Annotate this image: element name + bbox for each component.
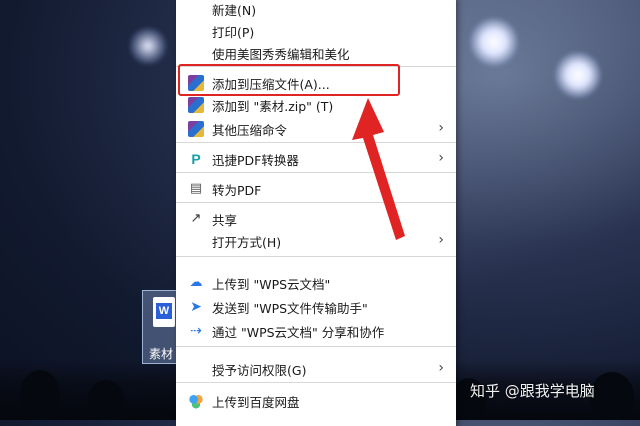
share-icon: ↗ bbox=[190, 211, 202, 226]
menu-item-other-compress[interactable]: 其他压缩命令 › bbox=[176, 116, 456, 142]
menu-item-label: 添加到 "素材.zip" (T) bbox=[212, 99, 334, 114]
menu-separator bbox=[176, 256, 456, 257]
menu-item-upload-baidu[interactable]: 上传到百度网盘 bbox=[176, 388, 456, 414]
crowd-silhouette bbox=[88, 380, 124, 420]
crowd-silhouette bbox=[590, 372, 634, 420]
winrar-icon bbox=[188, 121, 204, 137]
menu-item-label: 上传到百度网盘 bbox=[212, 395, 300, 410]
chevron-right-icon: › bbox=[438, 150, 444, 166]
menu-item-send-wps-transfer[interactable]: ➤ 发送到 "WPS文件传输助手" bbox=[176, 294, 456, 320]
menu-item-open-with[interactable]: 打开方式(H) › bbox=[176, 228, 456, 254]
wps-document-icon: W bbox=[153, 297, 175, 327]
menu-separator bbox=[176, 142, 456, 143]
menu-item-label: 上传到 "WPS云文档" bbox=[212, 277, 331, 292]
menu-item-label: 发送到 "WPS文件传输助手" bbox=[212, 301, 368, 316]
stage-light-haze bbox=[440, 0, 640, 360]
menu-separator bbox=[176, 202, 456, 203]
menu-separator bbox=[176, 382, 456, 383]
pdf-document-icon: ▤ bbox=[189, 181, 203, 196]
stage-light bbox=[555, 52, 601, 98]
chevron-right-icon: › bbox=[438, 360, 444, 376]
chevron-right-icon: › bbox=[438, 232, 444, 248]
menu-item-label: 迅捷PDF转换器 bbox=[212, 153, 299, 168]
menu-item-label: 新建(N) bbox=[212, 3, 257, 18]
menu-separator bbox=[176, 346, 456, 347]
menu-item-label: 其他压缩命令 bbox=[212, 123, 288, 138]
crowd-silhouette bbox=[20, 370, 60, 420]
menu-item-pdf-converter[interactable]: P 迅捷PDF转换器 › bbox=[176, 146, 456, 172]
highlight-box bbox=[178, 64, 400, 96]
pdf-converter-icon: P bbox=[191, 151, 201, 167]
menu-item-grant-access[interactable]: 授予访问权限(G) › bbox=[176, 356, 456, 382]
menu-item-wps-share-collab[interactable]: ⇢ 通过 "WPS云文档" 分享和协作 bbox=[176, 318, 456, 344]
watermark-text: 知乎 @跟我学电脑 bbox=[470, 382, 595, 400]
menu-item-convert-to-pdf[interactable]: ▤ 转为PDF bbox=[176, 176, 456, 202]
send-icon: ➤ bbox=[190, 299, 202, 315]
baidu-netdisk-icon bbox=[188, 393, 204, 409]
desktop-file-label: 素材 bbox=[149, 347, 174, 361]
menu-item-label: 打开方式(H) bbox=[212, 235, 282, 250]
winrar-icon bbox=[188, 97, 204, 113]
menu-item-label: 授予访问权限(G) bbox=[212, 363, 307, 378]
share-collab-icon: ⇢ bbox=[190, 323, 202, 339]
stage-light bbox=[470, 18, 518, 66]
menu-item-label: 通过 "WPS云文档" 分享和协作 bbox=[212, 325, 385, 340]
menu-item-label: 共享 bbox=[212, 213, 238, 228]
menu-item-meitu-edit[interactable]: 使用美图秀秀编辑和美化 bbox=[176, 40, 456, 66]
menu-item-label: 转为PDF bbox=[212, 183, 262, 198]
cloud-upload-icon: ☁ bbox=[189, 275, 203, 290]
menu-item-label: 打印(P) bbox=[212, 25, 255, 40]
menu-item-label: 使用美图秀秀编辑和美化 bbox=[212, 47, 350, 62]
wps-w-logo: W bbox=[156, 303, 172, 319]
chevron-right-icon: › bbox=[438, 120, 444, 136]
menu-separator bbox=[176, 172, 456, 173]
stage-light bbox=[130, 28, 166, 64]
menu-item-upload-wps-cloud[interactable]: ☁ 上传到 "WPS云文档" bbox=[176, 270, 456, 296]
